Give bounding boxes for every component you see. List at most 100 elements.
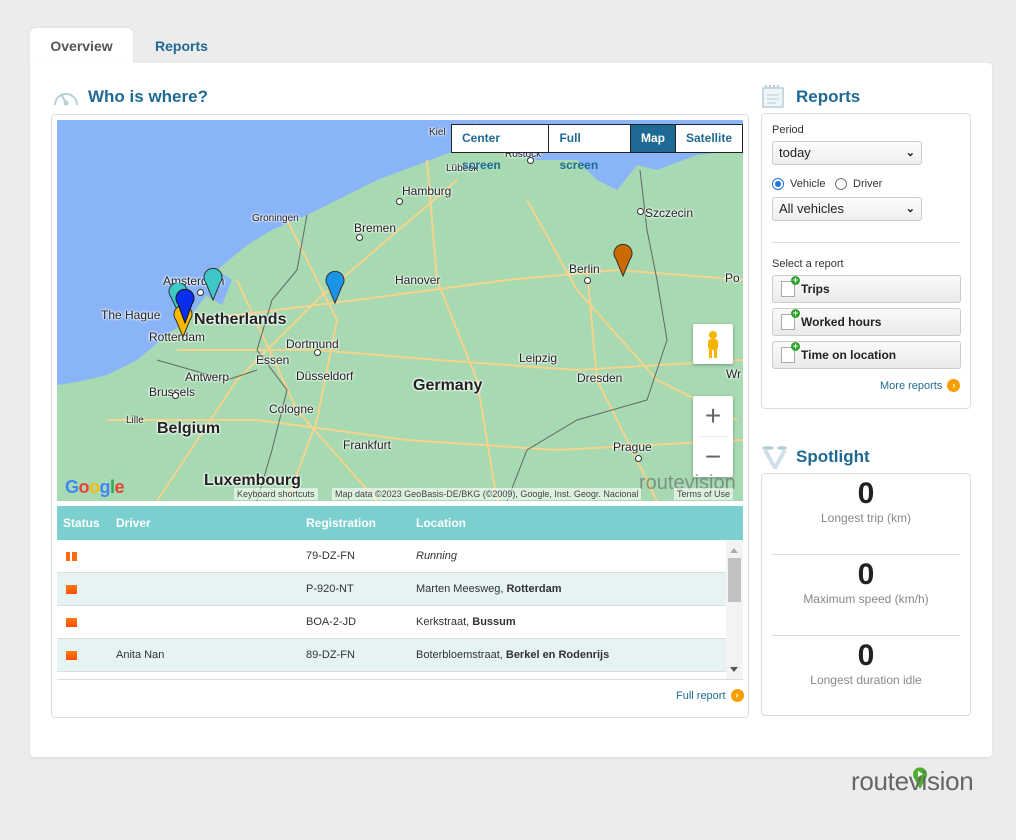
map-type-map-button[interactable]: Map <box>630 125 676 152</box>
vehicle-value: All vehicles <box>779 201 845 216</box>
divider <box>772 635 960 636</box>
chevron-down-icon: ⌄ <box>905 203 915 215</box>
stat-label: Longest duration idle <box>810 673 922 687</box>
zoom-out-button[interactable]: − <box>693 437 733 477</box>
street-view-pegman[interactable] <box>693 324 733 364</box>
driver-cell <box>116 606 306 638</box>
add-report-icon <box>781 276 800 297</box>
location-street: Kerkstraat, <box>416 616 473 628</box>
map-label-cologne: Cologne <box>269 402 314 416</box>
table-row[interactable]: P-920-NT Marten Meesweg, Rotterdam <box>57 573 726 606</box>
driver-cell <box>116 573 306 605</box>
scroll-thumb[interactable] <box>728 558 741 602</box>
vehicle-pin[interactable] <box>613 243 633 277</box>
map-data-attribution: Map data ©2023 GeoBasis-DE/BKG (©2009), … <box>332 488 642 500</box>
map-label-dusseldorf: Düsseldorf <box>296 369 354 383</box>
map-type-satellite-button[interactable]: Satellite <box>676 125 742 152</box>
vehicle-table: Status Driver Registration Location 79-D… <box>57 506 743 680</box>
scroll-up-arrow[interactable] <box>730 548 738 553</box>
report-worked-hours-button[interactable]: Worked hours <box>772 308 961 336</box>
status-stopped-icon <box>66 584 77 594</box>
google-logo: Google <box>65 477 125 497</box>
table-row[interactable]: BOA-2-JD Kerkstraat, Bussum <box>57 606 726 639</box>
tab-bar: Overview Reports <box>30 28 228 64</box>
period-label: Period <box>772 124 804 136</box>
table-row[interactable]: Anita Nan 89-DZ-FN Boterbloemstraat, Ber… <box>57 639 726 672</box>
zoom-in-button[interactable]: + <box>693 396 733 436</box>
period-select[interactable]: today ⌄ <box>772 141 922 165</box>
table-scrollbar[interactable] <box>726 540 743 679</box>
map-label-kiel: Kiel <box>429 127 446 138</box>
vehicle-pin[interactable] <box>325 270 345 304</box>
divider <box>772 554 960 555</box>
map-label-dortmund: Dortmund <box>286 337 339 351</box>
stat-max-speed: 0 Maximum speed (km/h) <box>762 558 970 606</box>
radio-vehicle[interactable]: Vehicle <box>772 178 825 190</box>
table-row[interactable]: 79-DZ-FN Running <box>57 540 726 573</box>
keyboard-shortcuts-link[interactable]: Keyboard shortcuts <box>234 488 318 500</box>
period-value: today <box>779 145 811 160</box>
status-paused-icon <box>66 551 77 561</box>
city-dot <box>396 198 403 205</box>
stat-value: 0 <box>857 639 875 672</box>
city-dot <box>314 349 321 356</box>
arrow-right-icon: › <box>730 689 744 702</box>
speedometer-icon <box>52 85 82 109</box>
map-label-thehague: The Hague <box>101 308 161 322</box>
location-street: Boterbloemstraat, <box>416 649 506 661</box>
stat-longest-idle: 0 Longest duration idle <box>762 639 970 687</box>
map-label-netherlands: Netherlands <box>194 311 287 328</box>
map-label-leipzig: Leipzig <box>519 351 558 365</box>
location-cell: Running <box>416 540 726 572</box>
location-street: Marten Meesweg, <box>416 583 507 595</box>
map-label-antwerp: Antwerp <box>185 370 230 384</box>
tab-overview[interactable]: Overview <box>30 28 133 64</box>
driver-cell <box>116 540 306 572</box>
vehicle-pin[interactable] <box>203 267 223 301</box>
map[interactable]: Kiel Rostock Lübeck Hamburg Szczecin Gro… <box>57 120 743 501</box>
tab-reports[interactable]: Reports <box>135 28 228 64</box>
map-toolbar: Center screen Full screen Map Satellite <box>451 124 743 172</box>
stat-value: 0 <box>857 558 875 591</box>
radio-driver[interactable]: Driver <box>835 178 882 190</box>
city-dot <box>356 234 363 241</box>
more-reports-link[interactable]: More reports › <box>880 379 961 392</box>
center-screen-button[interactable]: Center screen <box>452 125 550 172</box>
vehicle-select[interactable]: All vehicles ⌄ <box>772 197 922 221</box>
radio-driver-label: Driver <box>853 178 883 190</box>
arrow-right-icon: › <box>947 379 961 392</box>
map-label-hamburg: Hamburg <box>402 184 452 198</box>
map-label-po: Po <box>725 271 740 285</box>
report-trips-button[interactable]: Trips <box>772 275 961 303</box>
add-report-icon <box>781 309 800 330</box>
full-report-link[interactable]: Full report › <box>676 689 744 702</box>
report-trips-label: Trips <box>801 282 830 296</box>
col-location[interactable]: Location <box>416 506 743 540</box>
map-label-hanover: Hanover <box>395 273 441 287</box>
col-driver[interactable]: Driver <box>116 506 306 540</box>
radio-button[interactable] <box>835 178 847 190</box>
stat-label: Longest trip (km) <box>820 511 912 525</box>
add-report-icon <box>781 342 800 363</box>
location-city: Berkel en Rodenrijs <box>505 649 610 661</box>
zoom-control: + − <box>693 396 733 477</box>
terms-of-use-link[interactable]: Terms of Use <box>674 488 734 500</box>
map-label-essen: Essen <box>256 353 290 367</box>
map-label-belgium: Belgium <box>157 420 221 437</box>
map-label-szczecin: Szczecin <box>645 206 694 220</box>
col-status[interactable]: Status <box>57 506 116 540</box>
vehicle-pin[interactable] <box>175 288 195 324</box>
scroll-down-arrow[interactable] <box>730 667 738 672</box>
table-header: Status Driver Registration Location <box>57 506 743 540</box>
radio-vehicle-label: Vehicle <box>790 178 826 190</box>
col-registration[interactable]: Registration <box>306 506 416 540</box>
city-dot <box>635 455 642 462</box>
map-label-frankfurt: Frankfurt <box>343 438 392 452</box>
report-time-on-location-button[interactable]: Time on location <box>772 341 961 369</box>
map-label-prague: Prague <box>613 440 652 454</box>
pegman-icon <box>708 331 718 358</box>
location-cell: Kerkstraat, Bussum <box>416 606 726 638</box>
notepad-icon <box>760 84 790 109</box>
full-screen-button[interactable]: Full screen <box>549 125 631 172</box>
radio-button[interactable] <box>772 178 784 190</box>
